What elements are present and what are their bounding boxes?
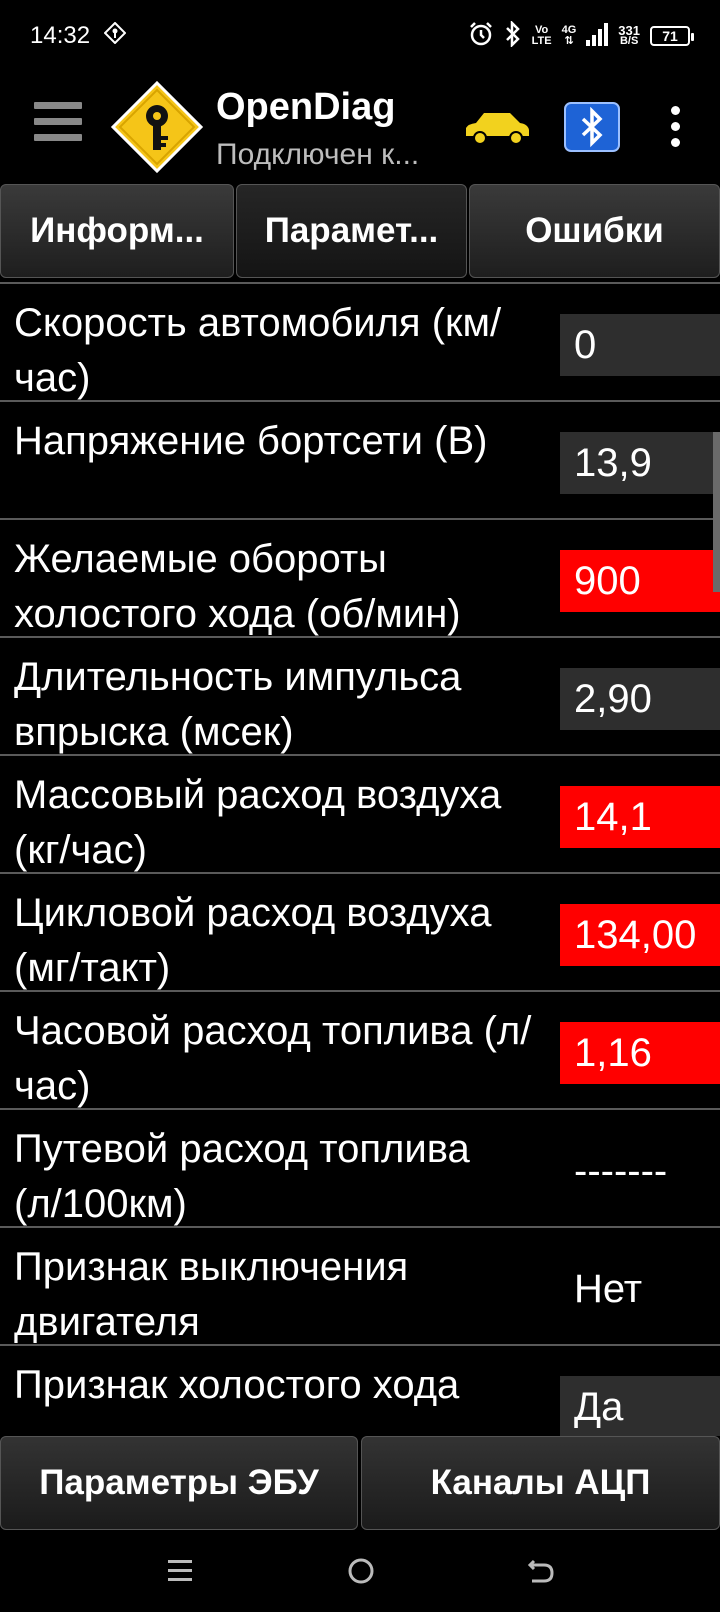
parameter-label: Напряжение бортсети (В): [14, 419, 488, 463]
status-time: 14:32: [30, 22, 91, 49]
parameter-value: Да: [560, 1376, 720, 1436]
parameter-value: 900: [560, 550, 720, 612]
alarm-icon: [468, 21, 494, 52]
bottom-button-bar: Параметры ЭБУ Каналы АЦП: [0, 1436, 720, 1534]
parameter-label: Цикловой расход воздуха (мг/такт): [14, 891, 492, 990]
parameter-list[interactable]: Скорость автомобиля (км/час) 0 Напряжени…: [0, 282, 720, 1436]
list-item: Признак выключения двигателя Нет: [0, 1226, 720, 1347]
app-bar: OpenDiag Подключен к...: [0, 72, 720, 182]
home-icon[interactable]: [346, 1556, 376, 1591]
overflow-menu-icon[interactable]: [668, 106, 682, 150]
list-item: Путевой расход топлива (л/100км) -------: [0, 1108, 720, 1229]
hamburger-menu-icon[interactable]: [34, 102, 82, 152]
key-icon: [103, 21, 127, 51]
scrollbar-thumb[interactable]: [713, 432, 720, 592]
parameter-value: 14,1: [560, 786, 720, 848]
recent-apps-icon[interactable]: [166, 1556, 194, 1591]
list-item: Напряжение бортсети (В) 13,9: [0, 400, 720, 521]
parameter-label: Признак выключения двигателя: [14, 1245, 409, 1344]
tab-parameters[interactable]: Парамет...: [236, 184, 467, 278]
parameter-label: Путевой расход топлива (л/100км): [14, 1127, 470, 1226]
parameter-label: Признак холостого хода: [14, 1363, 460, 1407]
ecu-parameters-button[interactable]: Параметры ЭБУ: [0, 1436, 358, 1530]
tab-errors[interactable]: Ошибки: [469, 184, 720, 278]
battery-icon: 71: [650, 26, 694, 46]
network-speed: 331 B/S: [618, 23, 640, 47]
parameter-label: Скорость автомобиля (км/час): [14, 301, 502, 400]
status-bar: 14:32 Vo LTE 4G ⇅ 331 B/S 71: [0, 0, 720, 72]
parameter-value: 1,16: [560, 1022, 720, 1084]
tab-info[interactable]: Информ...: [0, 184, 234, 278]
parameter-value: 0: [560, 314, 720, 376]
network-type: 4G ⇅: [561, 24, 577, 47]
list-item: Массовый расход воздуха (кг/час) 14,1: [0, 754, 720, 875]
adc-channels-button[interactable]: Каналы АЦП: [361, 1436, 720, 1530]
car-icon[interactable]: [462, 108, 532, 148]
app-logo-icon: [110, 80, 204, 174]
list-item: Длительность импульса впрыска (мсек) 2,9…: [0, 636, 720, 757]
elm327-bluetooth-icon[interactable]: [564, 102, 620, 152]
screen: 14:32 Vo LTE 4G ⇅ 331 B/S 71 OpenDiag По…: [0, 0, 720, 1612]
tab-bar: Информ... Парамет... Ошибки: [0, 184, 720, 282]
app-title: OpenDiag: [216, 86, 396, 128]
parameter-value: 134,00: [560, 904, 720, 966]
parameter-value: 2,90: [560, 668, 720, 730]
parameter-label: Желаемые обороты холостого хода (об/мин): [14, 537, 461, 636]
list-item: Скорость автомобиля (км/час) 0: [0, 282, 720, 403]
list-item: Часовой расход топлива (л/час) 1,16: [0, 990, 720, 1111]
parameter-value: -------: [574, 1149, 668, 1193]
parameter-value: 13,9: [560, 432, 720, 494]
list-item: Цикловой расход воздуха (мг/такт) 134,00: [0, 872, 720, 993]
back-icon[interactable]: [526, 1556, 556, 1591]
parameter-label: Массовый расход воздуха (кг/час): [14, 773, 502, 872]
parameter-label: Длительность импульса впрыска (мсек): [14, 655, 462, 754]
list-item: Признак холостого хода Да: [0, 1344, 720, 1436]
list-item: Желаемые обороты холостого хода (об/мин)…: [0, 518, 720, 639]
system-navigation-bar: [0, 1534, 720, 1612]
connection-status: Подключен к...: [216, 138, 420, 171]
signal-icon: [586, 22, 609, 51]
parameter-label: Часовой расход топлива (л/час): [14, 1009, 532, 1108]
parameter-value: Нет: [574, 1267, 643, 1311]
bluetooth-icon: [504, 19, 522, 52]
volte-indicator: Vo LTE: [531, 24, 552, 47]
